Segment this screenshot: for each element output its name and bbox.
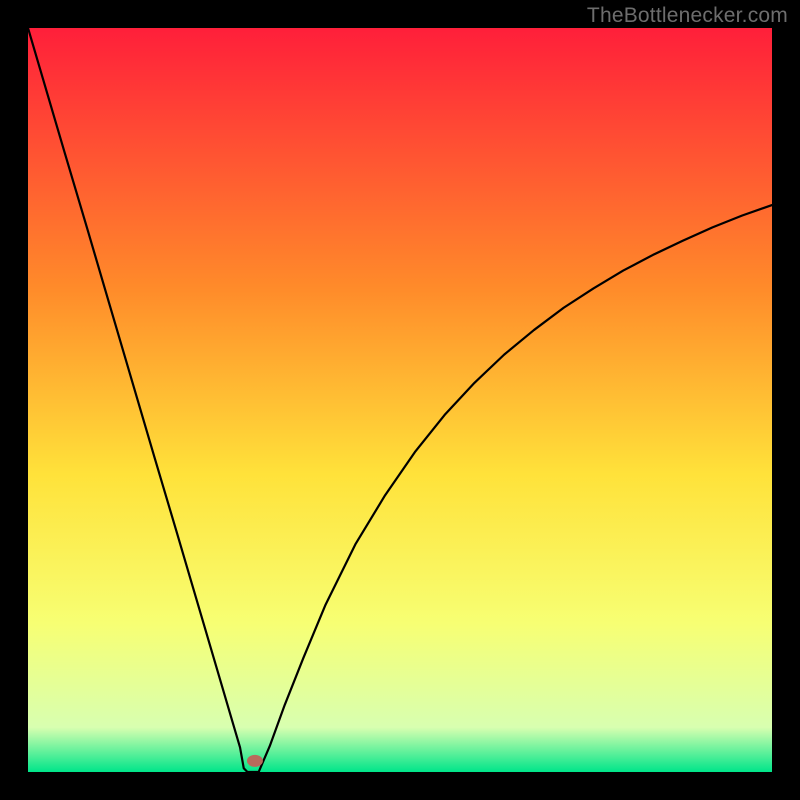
plot-area [28,28,772,772]
watermark-text: TheBottlenecker.com [587,4,788,28]
chart-svg [28,28,772,772]
optimal-marker [247,755,263,767]
chart-frame: TheBottlenecker.com [0,0,800,800]
gradient-background [28,28,772,772]
